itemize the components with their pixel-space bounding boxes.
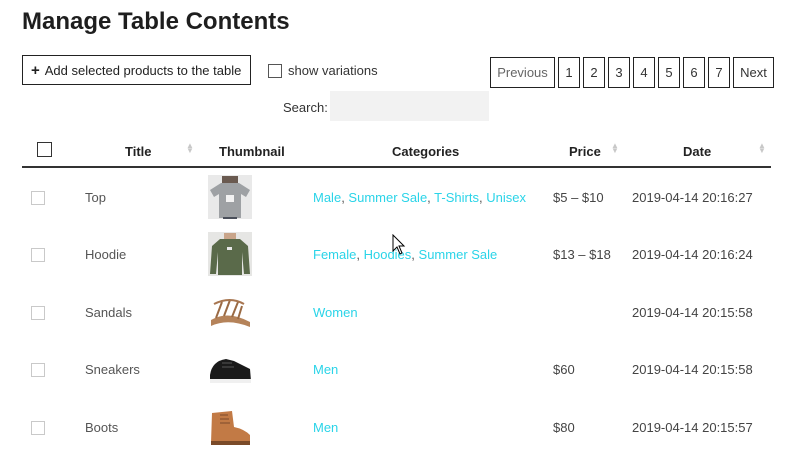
show-variations-toggle[interactable]: show variations	[268, 63, 378, 78]
row-select-checkbox[interactable]	[31, 306, 45, 320]
table-row: Boots Men $80 2019-04-14 20:15:57	[22, 399, 771, 450]
category-link[interactable]: Summer Sale	[419, 247, 498, 262]
pagination-page-button[interactable]: 2	[583, 57, 605, 88]
product-date: 2019-04-14 20:16:27	[632, 190, 753, 205]
search-input[interactable]	[330, 91, 489, 121]
category-link[interactable]: Men	[313, 362, 338, 377]
row-select-checkbox[interactable]	[31, 191, 45, 205]
pagination: Previous 1 2 3 4 5 6 7 Next	[490, 57, 774, 88]
tan-sandal-thumbnail	[208, 290, 252, 334]
grey-tshirt-thumbnail	[208, 175, 252, 219]
page-title: Manage Table Contents	[22, 8, 290, 35]
column-header-price[interactable]: Price	[569, 144, 601, 159]
product-price: $5 – $10	[553, 190, 604, 205]
product-price: $60	[553, 362, 575, 377]
table-header: Title ▲ ▼ Thumbnail Categories Price ▲ ▼ D…	[22, 138, 771, 168]
pagination-page-button[interactable]: 1	[558, 57, 580, 88]
row-select-checkbox[interactable]	[31, 248, 45, 262]
category-link[interactable]: Men	[313, 420, 338, 435]
pagination-page-button[interactable]: 4	[633, 57, 655, 88]
pagination-next-button[interactable]: Next	[733, 57, 774, 88]
product-categories: Women	[313, 305, 358, 320]
show-variations-checkbox[interactable]	[268, 63, 282, 78]
column-header-thumbnail: Thumbnail	[219, 144, 285, 159]
search-label: Search:	[283, 100, 328, 115]
category-link[interactable]: Women	[313, 305, 358, 320]
mouse-cursor-icon	[392, 234, 406, 255]
pagination-page-button[interactable]: 7	[708, 57, 730, 88]
column-header-categories: Categories	[392, 144, 460, 159]
column-header-title[interactable]: Title	[125, 144, 152, 159]
product-date: 2019-04-14 20:15:58	[632, 362, 753, 377]
add-selected-products-label: Add selected products to the table	[44, 62, 242, 78]
category-link[interactable]: T-Shirts	[434, 190, 479, 205]
product-categories: Men	[313, 362, 338, 377]
product-price: $80	[553, 420, 575, 435]
show-variations-label: show variations	[288, 63, 378, 78]
product-date: 2019-04-14 20:16:24	[632, 247, 753, 262]
column-header-date[interactable]: Date	[683, 144, 711, 159]
add-selected-products-button[interactable]: + Add selected products to the table	[22, 55, 251, 85]
pagination-page-button[interactable]: 3	[608, 57, 630, 88]
green-sweatshirt-thumbnail	[208, 232, 252, 276]
category-link[interactable]: Unisex	[486, 190, 526, 205]
pagination-previous-button[interactable]: Previous	[490, 57, 555, 88]
category-link[interactable]: Male	[313, 190, 341, 205]
row-select-checkbox[interactable]	[31, 421, 45, 435]
plus-icon: +	[31, 61, 40, 79]
product-title: Boots	[85, 420, 119, 435]
pagination-page-button[interactable]: 6	[683, 57, 705, 88]
brown-boot-thumbnail	[208, 405, 252, 449]
category-link[interactable]: Summer Sale	[348, 190, 427, 205]
table-row: Sneakers Men $60 2019-04-14 20:15:58	[22, 341, 771, 398]
product-title: Top	[85, 190, 106, 205]
product-date: 2019-04-14 20:15:58	[632, 305, 753, 320]
product-title: Sandals	[85, 305, 132, 320]
product-categories: Men	[313, 420, 338, 435]
sort-arrows-icon[interactable]: ▲ ▼	[186, 142, 194, 155]
black-sneaker-thumbnail	[208, 347, 252, 391]
select-all-checkbox[interactable]	[37, 142, 52, 157]
category-link[interactable]: Female	[313, 247, 356, 262]
pagination-page-button[interactable]: 5	[658, 57, 680, 88]
product-date: 2019-04-14 20:15:57	[632, 420, 753, 435]
sort-arrows-icon[interactable]: ▲ ▼	[611, 142, 619, 155]
product-title: Hoodie	[85, 247, 127, 262]
table-row: Sandals Women 2019-04-14 20:15:58	[22, 284, 771, 341]
sort-arrows-icon[interactable]: ▲ ▼	[758, 142, 766, 155]
table-row: Top Male, Summer Sale, T-Shirts, Unisex …	[22, 169, 771, 226]
row-select-checkbox[interactable]	[31, 363, 45, 377]
product-title: Sneakers	[85, 362, 140, 377]
product-categories: Male, Summer Sale, T-Shirts, Unisex	[313, 190, 526, 205]
product-price: $13 – $18	[553, 247, 611, 262]
